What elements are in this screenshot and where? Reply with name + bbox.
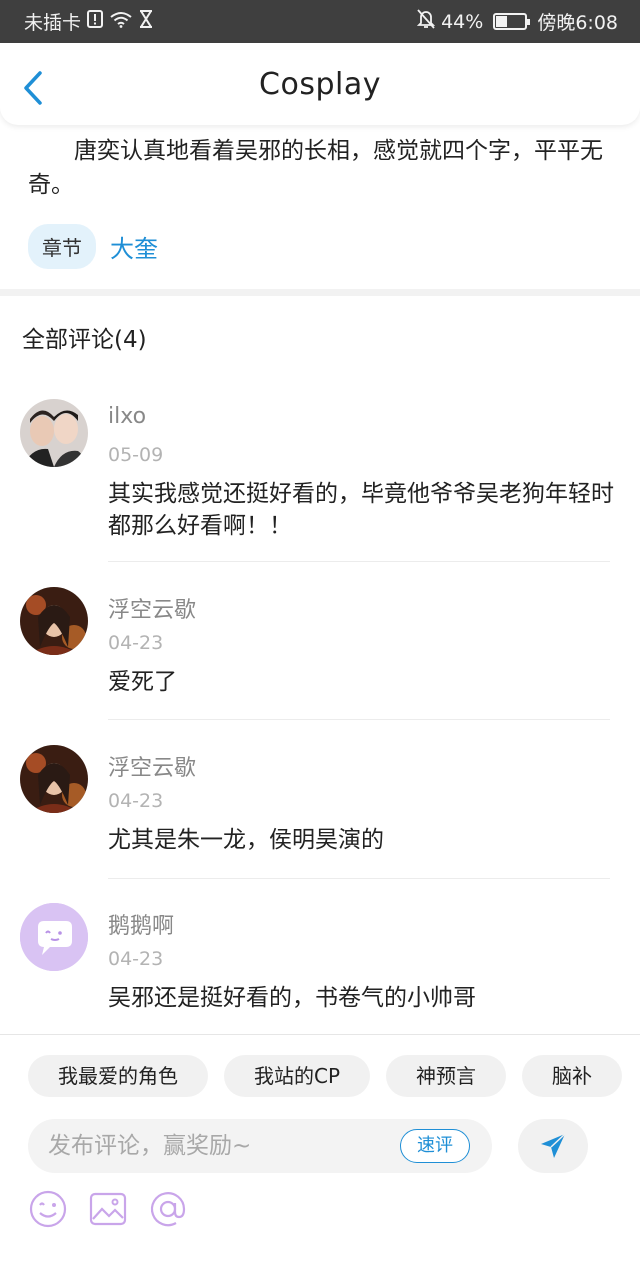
send-icon	[541, 1133, 566, 1158]
comment-divider	[108, 878, 610, 879]
image-icon[interactable]	[88, 1189, 128, 1229]
comment-divider	[108, 719, 610, 720]
chapter-link[interactable]: 大奎	[110, 229, 158, 264]
chat-bubble-icon	[20, 903, 88, 971]
comment-date: 04-23	[108, 948, 164, 970]
page-title: Cosplay	[259, 66, 381, 102]
back-button[interactable]	[20, 71, 48, 105]
chapter-badge: 章节	[28, 224, 96, 269]
comment-text: 爱死了	[108, 669, 177, 695]
avatar[interactable]	[20, 399, 88, 467]
avatar[interactable]	[20, 903, 88, 971]
comment-date: 05-09	[108, 444, 164, 466]
comment-username[interactable]: 浮空云歇	[108, 750, 196, 782]
comment-divider	[108, 561, 610, 562]
comment-input-box: 速评	[28, 1119, 492, 1173]
quick-chip-row: 我最爱的角色 我站的CP 神预言 脑补	[28, 1055, 623, 1097]
status-bar: 未插卡 44% 傍晚6:08	[0, 0, 640, 43]
emoji-icon[interactable]	[28, 1189, 68, 1229]
quick-chip[interactable]: 我最爱的角色	[28, 1055, 208, 1097]
app-header: Cosplay	[0, 43, 640, 125]
quick-comment-button[interactable]: 速评	[400, 1129, 470, 1163]
comment-username[interactable]: ilxo	[108, 404, 146, 429]
battery-fill	[496, 16, 508, 27]
comment-text: 其实我感觉还挺好看的，毕竟他爷爷吴老狗年轻时都那么好看啊！！	[108, 481, 614, 539]
comment-date: 04-23	[108, 632, 164, 654]
comment-username[interactable]: 鹅鹅啊	[108, 908, 174, 940]
chapter-tag-row: 章节 大奎	[28, 224, 158, 269]
section-divider	[0, 289, 640, 296]
avatar[interactable]	[20, 587, 88, 655]
battery-icon	[493, 13, 531, 30]
battery-percent: 44%	[441, 10, 484, 33]
comment-input[interactable]	[48, 1119, 388, 1173]
carrier-text: 未插卡	[24, 12, 82, 34]
comment-date: 04-23	[108, 790, 164, 812]
clock: 傍晚6:08	[537, 12, 618, 34]
bell-off-icon	[416, 9, 436, 34]
send-button[interactable]	[518, 1119, 588, 1173]
at-icon[interactable]	[148, 1189, 188, 1229]
comment-composer: 我最爱的角色 我站的CP 神预言 脑补 速评	[0, 1034, 640, 1280]
wifi-icon	[109, 10, 133, 33]
status-left: 未插卡	[24, 8, 153, 35]
sim-alert-icon	[87, 10, 104, 33]
comment-text: 吴邪还是挺好看的，书卷气的小帅哥	[108, 985, 476, 1011]
chevron-left-icon	[24, 71, 42, 105]
comment-text: 尤其是朱一龙，侯明昊演的	[108, 827, 384, 853]
comment-username[interactable]: 浮空云歇	[108, 592, 196, 624]
status-right: 44% 傍晚6:08	[416, 8, 618, 35]
quick-chip[interactable]: 脑补	[522, 1055, 623, 1097]
hourglass-icon	[139, 10, 153, 33]
comments-heading: 全部评论(4)	[22, 327, 147, 353]
quick-chip[interactable]: 神预言	[386, 1055, 507, 1097]
composer-tools	[28, 1189, 188, 1229]
avatar[interactable]	[20, 745, 88, 813]
quick-chip[interactable]: 我站的CP	[224, 1055, 371, 1097]
chapter-excerpt: 唐奕认真地看着吴邪的长相，感觉就四个字，平平无奇。	[28, 138, 603, 198]
